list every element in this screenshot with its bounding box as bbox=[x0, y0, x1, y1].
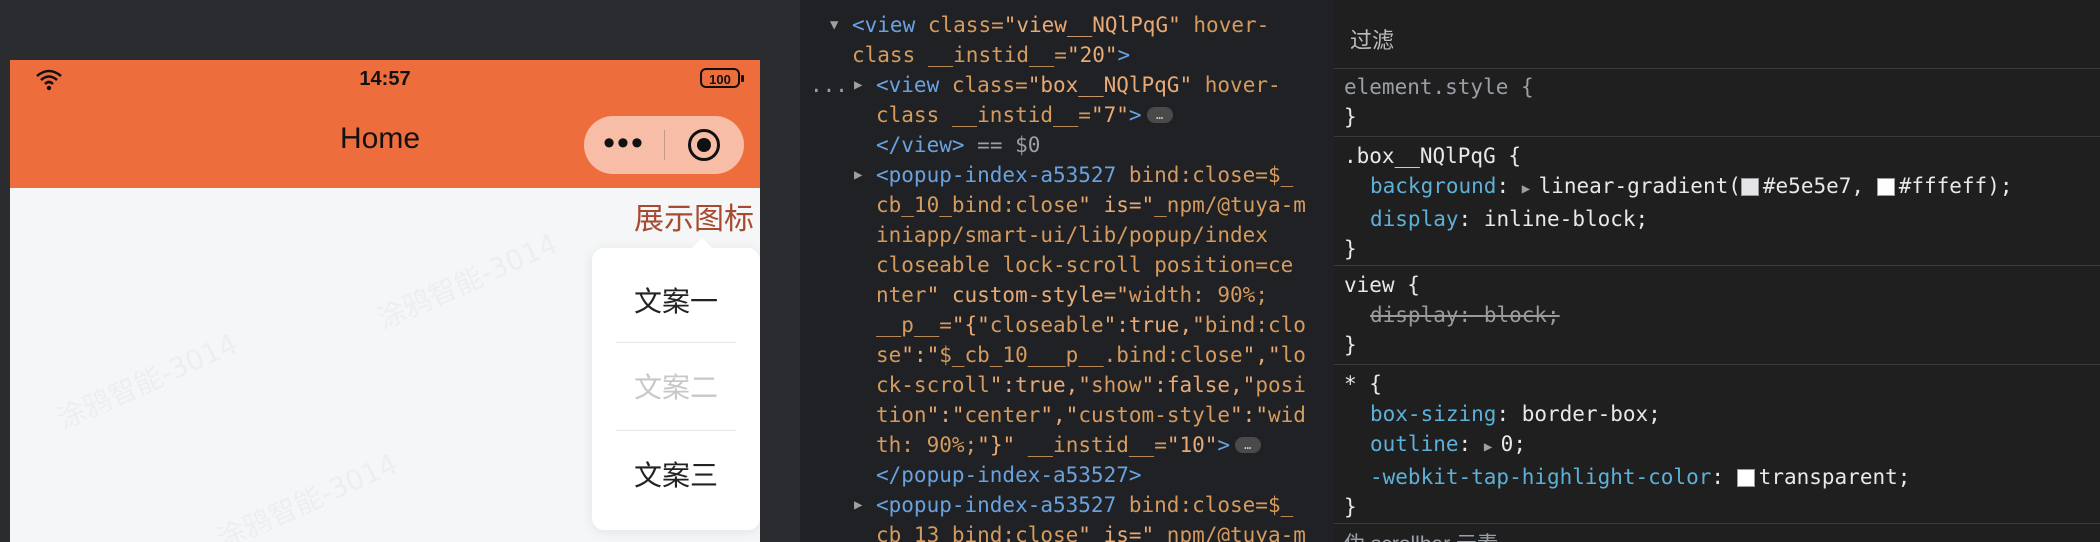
dom-node-text: <popup-index-a53527 bind:close=$_ bbox=[876, 163, 1294, 187]
style-rule: element.style {} bbox=[1334, 68, 2100, 137]
expand-triangle-icon[interactable]: ▶ bbox=[1484, 439, 1501, 455]
rule-selector[interactable]: * { bbox=[1334, 365, 2100, 399]
popover-divider bbox=[616, 430, 736, 431]
dom-node-text: tion":"center","custom-style":"wid bbox=[876, 403, 1306, 427]
collapse-triangle-icon[interactable]: ▼ bbox=[830, 10, 838, 40]
phone-screen: 14:57 100 Home ••• 展示图标 文案一 文案二 文案三 涂鸦智能… bbox=[10, 60, 760, 542]
filter-input[interactable]: 过滤 bbox=[1350, 26, 1394, 56]
style-declaration[interactable]: display: inline-block; bbox=[1334, 204, 2100, 234]
watermark: 涂鸦智能-3014 bbox=[52, 326, 243, 436]
dom-node-text: nter" custom-style="width: 90%; bbox=[876, 283, 1268, 307]
node-dots-icon[interactable]: ... bbox=[810, 70, 848, 100]
style-rule: view {display: block;} bbox=[1334, 266, 2100, 365]
expand-triangle-icon[interactable]: ▶ bbox=[854, 490, 862, 520]
declaration-value[interactable]: 0; bbox=[1501, 432, 1526, 456]
dom-node-text: class __instid__="20"> bbox=[852, 43, 1131, 67]
gradient-color-value[interactable]: #e5e5e7, bbox=[1763, 174, 1877, 198]
expand-triangle-icon[interactable]: ▶ bbox=[1522, 181, 1539, 197]
expand-triangle-icon[interactable]: ▶ bbox=[854, 70, 862, 100]
declaration-value[interactable]: border-box; bbox=[1522, 402, 1661, 426]
elements-panel: ▼ <view class="view__NQlPqG" hover-class … bbox=[800, 0, 1334, 542]
styles-filter-bar: 过滤 bbox=[1334, 0, 2100, 69]
gradient-color-value[interactable]: #fffeff bbox=[1899, 174, 1988, 198]
nav-bar: Home ••• bbox=[10, 100, 760, 188]
declaration-property[interactable]: -webkit-tap-highlight-color bbox=[1370, 465, 1711, 489]
dom-node-text: </popup-index-a53527> bbox=[876, 463, 1142, 487]
miniapp-capsule: ••• bbox=[584, 116, 744, 174]
dom-node-text: iniapp/smart-ui/lib/popup/index bbox=[876, 223, 1268, 247]
dom-node-text: cb_13_bind:close" is="_npm/@tuya-m bbox=[876, 523, 1306, 542]
expand-triangle-icon[interactable]: ▶ bbox=[854, 160, 862, 190]
declaration-value[interactable]: block; bbox=[1484, 303, 1560, 327]
ellipsis-badge[interactable]: … bbox=[1146, 107, 1173, 123]
style-declaration[interactable]: box-sizing: border-box; bbox=[1334, 399, 2100, 429]
battery-icon: 100 bbox=[700, 68, 744, 88]
rule-close-brace: } bbox=[1344, 105, 1357, 129]
color-swatch-icon[interactable] bbox=[1736, 469, 1755, 487]
color-swatch-icon[interactable] bbox=[1740, 178, 1759, 196]
popover-menu: 文案一 文案二 文案三 bbox=[592, 238, 760, 530]
declaration-property[interactable]: display bbox=[1370, 303, 1459, 327]
dom-node-text: </view> == $0 bbox=[876, 133, 1041, 157]
style-declaration[interactable]: outline: ▶ 0; bbox=[1334, 429, 2100, 462]
declaration-value[interactable]: transparent; bbox=[1759, 465, 1911, 489]
color-swatch-icon[interactable] bbox=[1876, 178, 1895, 196]
show-icon-link[interactable]: 展示图标 bbox=[634, 194, 754, 238]
status-bar: 14:57 100 bbox=[10, 60, 760, 100]
declaration-property[interactable]: display bbox=[1370, 207, 1459, 231]
declaration-property[interactable]: outline bbox=[1370, 432, 1459, 456]
style-declaration[interactable]: -webkit-tap-highlight-color: transparent… bbox=[1334, 462, 2100, 492]
simulator-area: 14:57 100 Home ••• 展示图标 文案一 文案二 文案三 涂鸦智能… bbox=[0, 0, 800, 542]
dom-node-text: cb_10_bind:close" is="_npm/@tuya-m bbox=[876, 193, 1306, 217]
watermark: 涂鸦智能-3014 bbox=[372, 226, 563, 336]
dom-node-text: <view class="box__NQlPqG" hover- bbox=[876, 73, 1281, 97]
rule-close-brace: } bbox=[1344, 495, 1357, 519]
dom-node-text: th: 90%;"}" __instid__="10"> bbox=[876, 433, 1231, 457]
rule-selector[interactable]: .box__NQlPqG { bbox=[1334, 137, 2100, 171]
popover-item[interactable]: 文案三 bbox=[592, 454, 760, 494]
dom-node-text: class __instid__="7"> bbox=[876, 103, 1142, 127]
declaration-property[interactable]: background bbox=[1370, 174, 1496, 198]
style-declaration[interactable]: display: block; bbox=[1334, 300, 2100, 330]
style-rule: .box__NQlPqG {background: ▶ linear-gradi… bbox=[1334, 137, 2100, 266]
rule-selector[interactable]: element.style { bbox=[1334, 68, 2100, 102]
styles-panel: 过滤 element.style {} .box__NQlPqG {backgro… bbox=[1334, 0, 2100, 542]
pseudo-scrollbar-section: 伪 scrollbar 元素 bbox=[1334, 530, 1498, 542]
declaration-value[interactable]: inline-block; bbox=[1484, 207, 1648, 231]
popover-item[interactable]: 文案一 bbox=[592, 280, 760, 320]
style-declaration[interactable]: background: ▶ linear-gradient(#e5e5e7, #… bbox=[1334, 171, 2100, 204]
dom-node-text: se":"$_cb_10___p__.bind:close","lo bbox=[876, 343, 1306, 367]
status-time: 14:57 bbox=[359, 68, 411, 90]
dom-node-text: <view class="view__NQlPqG" hover- bbox=[852, 13, 1270, 37]
more-icon[interactable]: ••• bbox=[584, 116, 664, 174]
declaration-suffix: ); bbox=[1987, 174, 2013, 198]
close-miniapp-icon[interactable] bbox=[688, 129, 720, 161]
declaration-value[interactable]: linear-gradient( bbox=[1539, 174, 1741, 198]
declaration-property[interactable]: box-sizing bbox=[1370, 402, 1496, 426]
dom-node-text: ck-scroll":true,"show":false,"posi bbox=[876, 373, 1306, 397]
rule-close-brace: } bbox=[1344, 333, 1357, 357]
popover-item-disabled: 文案二 bbox=[633, 372, 718, 403]
ellipsis-badge[interactable]: … bbox=[1234, 437, 1261, 453]
watermark: 涂鸦智能-3014 bbox=[212, 446, 403, 542]
capsule-divider bbox=[664, 130, 665, 160]
popover-divider bbox=[616, 342, 736, 343]
dom-node-text: __p__="{"closeable":true,"bind:clo bbox=[876, 313, 1306, 337]
dom-node-text: closeable lock-scroll position=ce bbox=[876, 253, 1294, 277]
dom-node-text: <popup-index-a53527 bind:close=$_ bbox=[876, 493, 1294, 517]
style-rule: * {box-sizing: border-box; outline: ▶ 0; -… bbox=[1334, 365, 2100, 524]
rule-selector[interactable]: view { bbox=[1334, 266, 2100, 300]
rule-close-brace: } bbox=[1344, 237, 1357, 261]
